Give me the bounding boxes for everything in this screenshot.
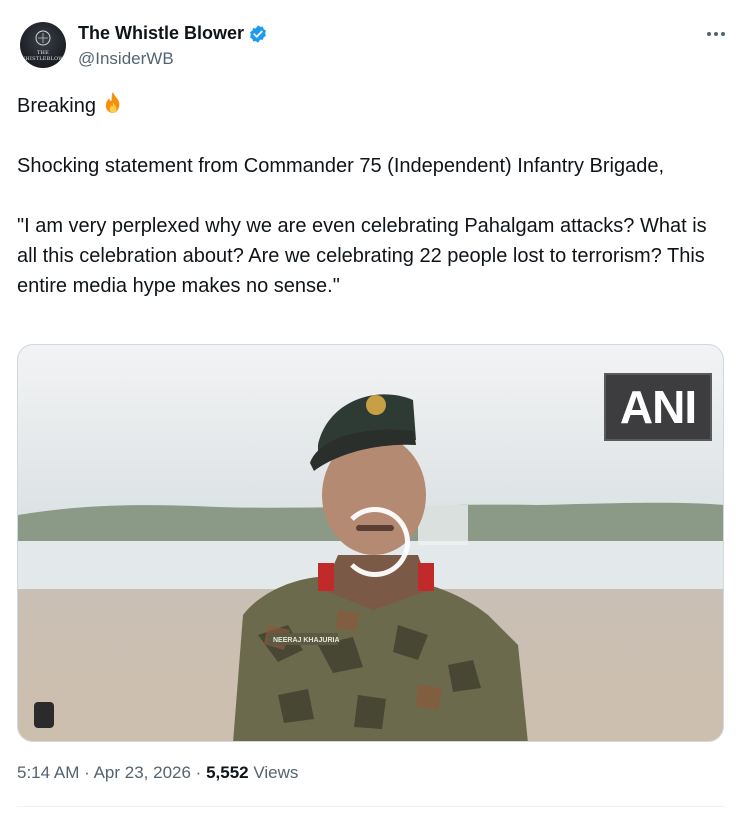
ani-watermark: ANI: [604, 373, 712, 441]
tweet-time[interactable]: 5:14 AM: [17, 763, 79, 782]
views-label: Views: [253, 763, 299, 782]
avatar-text: THE WHISTLEBLOWER: [20, 50, 66, 62]
author-name-row: The Whistle Blower: [78, 23, 268, 44]
loading-spinner: [340, 507, 410, 577]
name-tag-text: NEERAJ KHAJURIA: [273, 637, 340, 644]
tweet-paragraph-3: "I am very perplexed why we are even cel…: [17, 215, 707, 297]
whistle-logo-icon: [35, 30, 51, 46]
tweet-line-1: Breaking: [17, 90, 722, 121]
author-handle[interactable]: @InsiderWB: [78, 49, 174, 69]
tweet-breaking: Breaking: [17, 95, 96, 117]
views-count: 5,552: [206, 763, 249, 782]
tweet-text: Breaking Shocking statement from Command…: [17, 90, 722, 301]
author-name[interactable]: The Whistle Blower: [78, 23, 244, 44]
divider: [17, 806, 724, 807]
verified-badge-icon: [250, 24, 266, 43]
avatar[interactable]: THE WHISTLEBLOWER: [20, 22, 66, 68]
tweet-meta: 5:14 AM · Apr 23, 2026 · 5,552 Views: [17, 763, 298, 783]
pause-icon[interactable]: [34, 702, 54, 728]
tweet-header: THE WHISTLEBLOWER The Whistle Blower @In…: [18, 18, 728, 70]
fire-emoji-icon: [105, 92, 120, 113]
meta-separator-2: ·: [195, 763, 202, 782]
meta-separator: ·: [84, 763, 90, 782]
video-player[interactable]: NEERAJ KHAJURIA ANI: [17, 344, 724, 742]
tweet-date[interactable]: Apr 23, 2026: [94, 763, 191, 782]
more-options-icon[interactable]: [702, 24, 730, 44]
tweet-paragraph-2: Shocking statement from Commander 75 (In…: [17, 155, 665, 177]
